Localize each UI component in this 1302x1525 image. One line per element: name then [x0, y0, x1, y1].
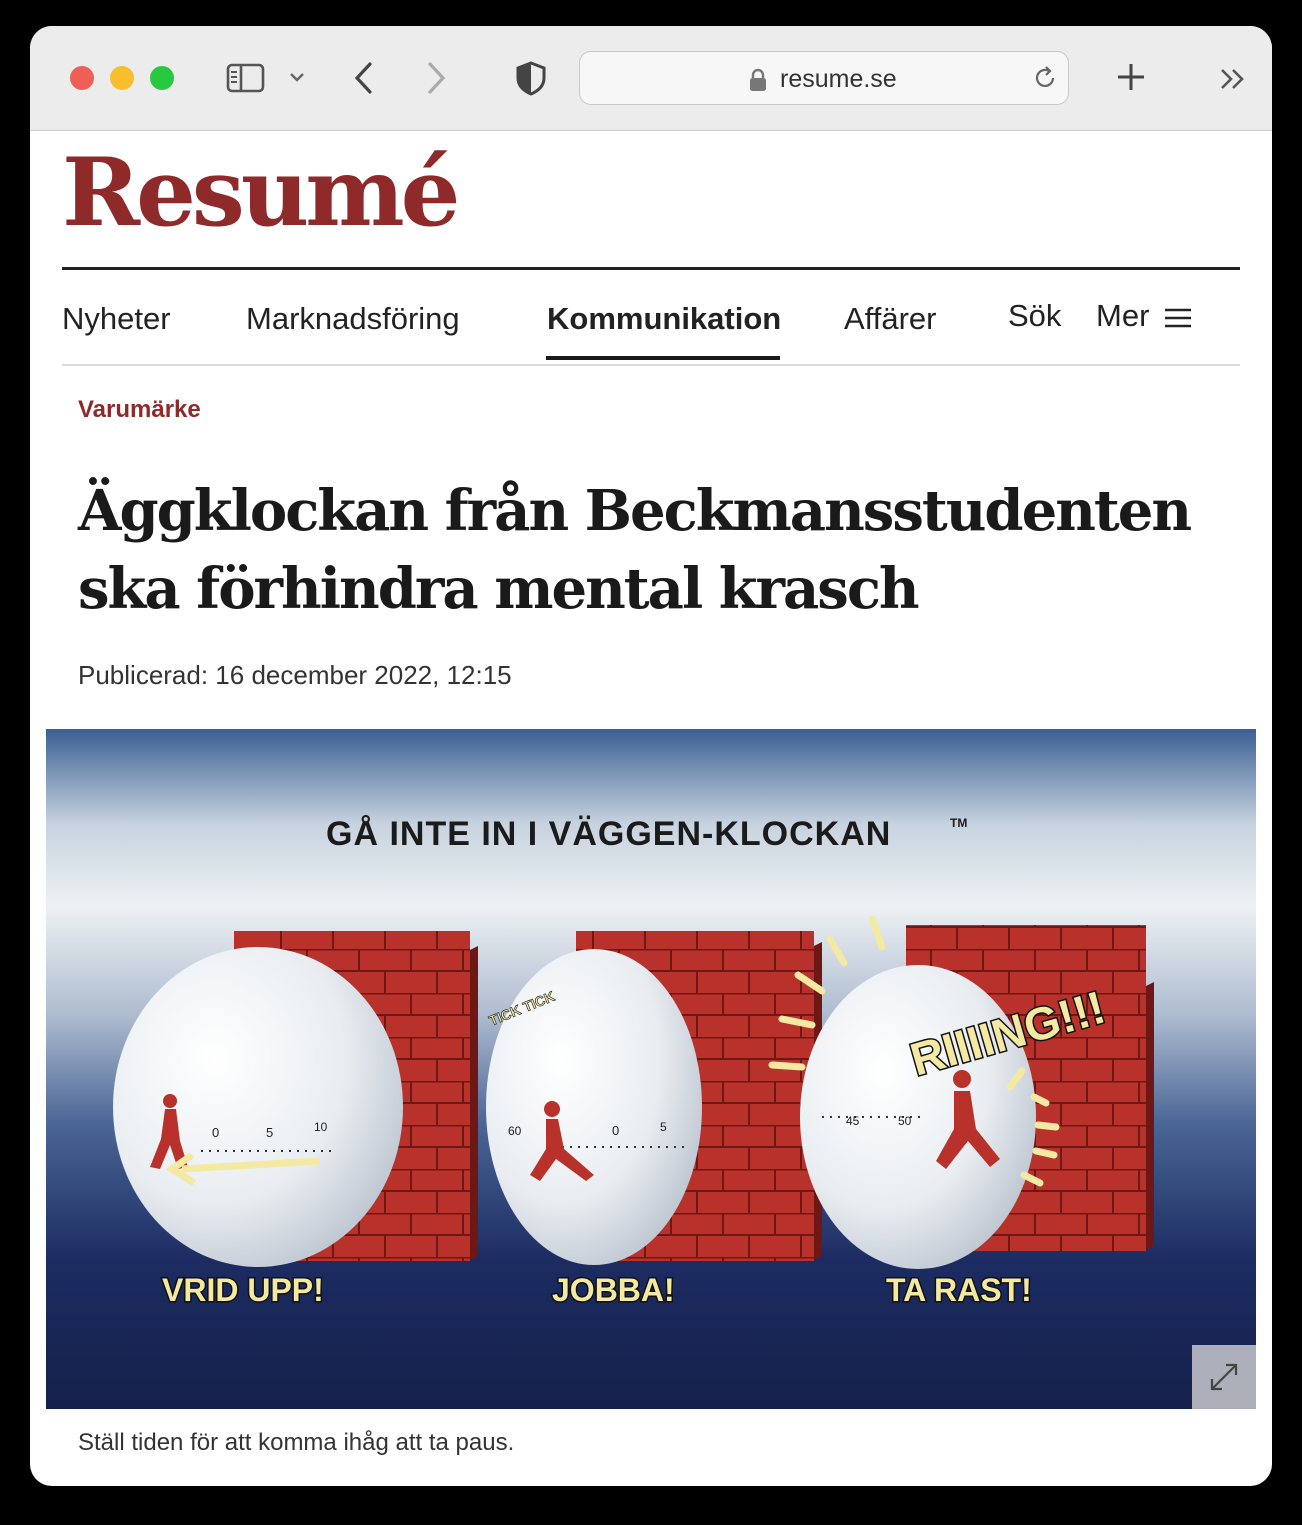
publish-date: Publicerad: 16 december 2022, 12:15 [78, 660, 512, 690]
address-bar[interactable]: resume.se [579, 51, 1069, 105]
article-title-line-2: ska förhindra mental krasch [78, 556, 920, 622]
reload-icon[interactable] [1032, 65, 1058, 91]
image-caption: Ställ tiden för att komma ihåg att ta pa… [78, 1429, 515, 1456]
new-tab-icon[interactable] [1116, 62, 1146, 92]
header-rule [62, 267, 1240, 270]
minimize-window-button[interactable] [110, 66, 134, 90]
egg-timer-1 [113, 947, 403, 1267]
nav-item-nyheter[interactable]: Nyheter [62, 301, 171, 337]
forward-icon[interactable] [424, 60, 448, 96]
dial-1-mark-5: 5 [266, 1125, 273, 1140]
privacy-shield-icon[interactable] [514, 60, 548, 96]
article-hero-image[interactable]: 0 5 10 60 0 5 TICK TICK 45 50 RIIIING!!!… [46, 729, 1256, 1409]
expand-image-button[interactable] [1192, 1345, 1256, 1409]
dial-2-mark-5: 5 [660, 1120, 667, 1134]
sidebar-icon[interactable] [226, 62, 266, 94]
dial-2-mark-60: 60 [508, 1124, 522, 1138]
label-ta-rast: TA RAST! [886, 1272, 1032, 1308]
browser-window: resume.se Resumé Nyheter Marknadsföring … [30, 26, 1272, 1486]
egg-timer-2 [486, 949, 702, 1265]
trademark-mark: TM [950, 816, 967, 830]
nav-item-more[interactable]: Mer [1096, 298, 1149, 334]
lock-icon [750, 68, 766, 91]
article-title: Äggklockan från Beckmansstudenten ska fö… [78, 472, 1258, 628]
nav-item-sok[interactable]: Sök [1008, 298, 1061, 334]
article-title-line-1: Äggklockan från Beckmansstudenten [78, 478, 1192, 544]
hamburger-menu-icon[interactable] [1164, 307, 1192, 329]
label-jobba: JOBBA! [552, 1272, 675, 1308]
nav-active-indicator [546, 356, 780, 360]
nav-item-affarer[interactable]: Affärer [844, 301, 936, 337]
nav-divider [62, 364, 1240, 366]
expand-icon [1210, 1363, 1238, 1391]
zoom-window-button[interactable] [150, 66, 174, 90]
hero-illustration: 0 5 10 60 0 5 TICK TICK 45 50 RIIIING!!!… [46, 729, 1256, 1409]
nav-item-marknadsforing[interactable]: Marknadsföring [246, 301, 460, 337]
article-category[interactable]: Varumärke [78, 396, 201, 424]
url-text: resume.se [780, 65, 897, 93]
image-headline: GÅ INTE IN I VÄGGEN-KLOCKAN [326, 815, 891, 853]
site-logo[interactable]: Resumé [62, 138, 460, 248]
close-window-button[interactable] [70, 66, 94, 90]
dial-1-mark-10: 10 [314, 1120, 328, 1134]
dial-3-mark-50: 50 [898, 1114, 912, 1128]
dial-2-mark-0: 0 [612, 1123, 619, 1138]
chevron-down-icon[interactable] [288, 70, 306, 84]
dial-1-mark-0: 0 [212, 1125, 219, 1140]
nav-item-kommunikation[interactable]: Kommunikation [547, 301, 781, 337]
dial-3-mark-45: 45 [846, 1114, 860, 1128]
label-vrid-upp: VRID UPP! [162, 1272, 324, 1308]
back-icon[interactable] [352, 60, 376, 96]
browser-toolbar: resume.se [30, 26, 1272, 131]
show-more-tabs-icon[interactable] [1218, 66, 1248, 92]
